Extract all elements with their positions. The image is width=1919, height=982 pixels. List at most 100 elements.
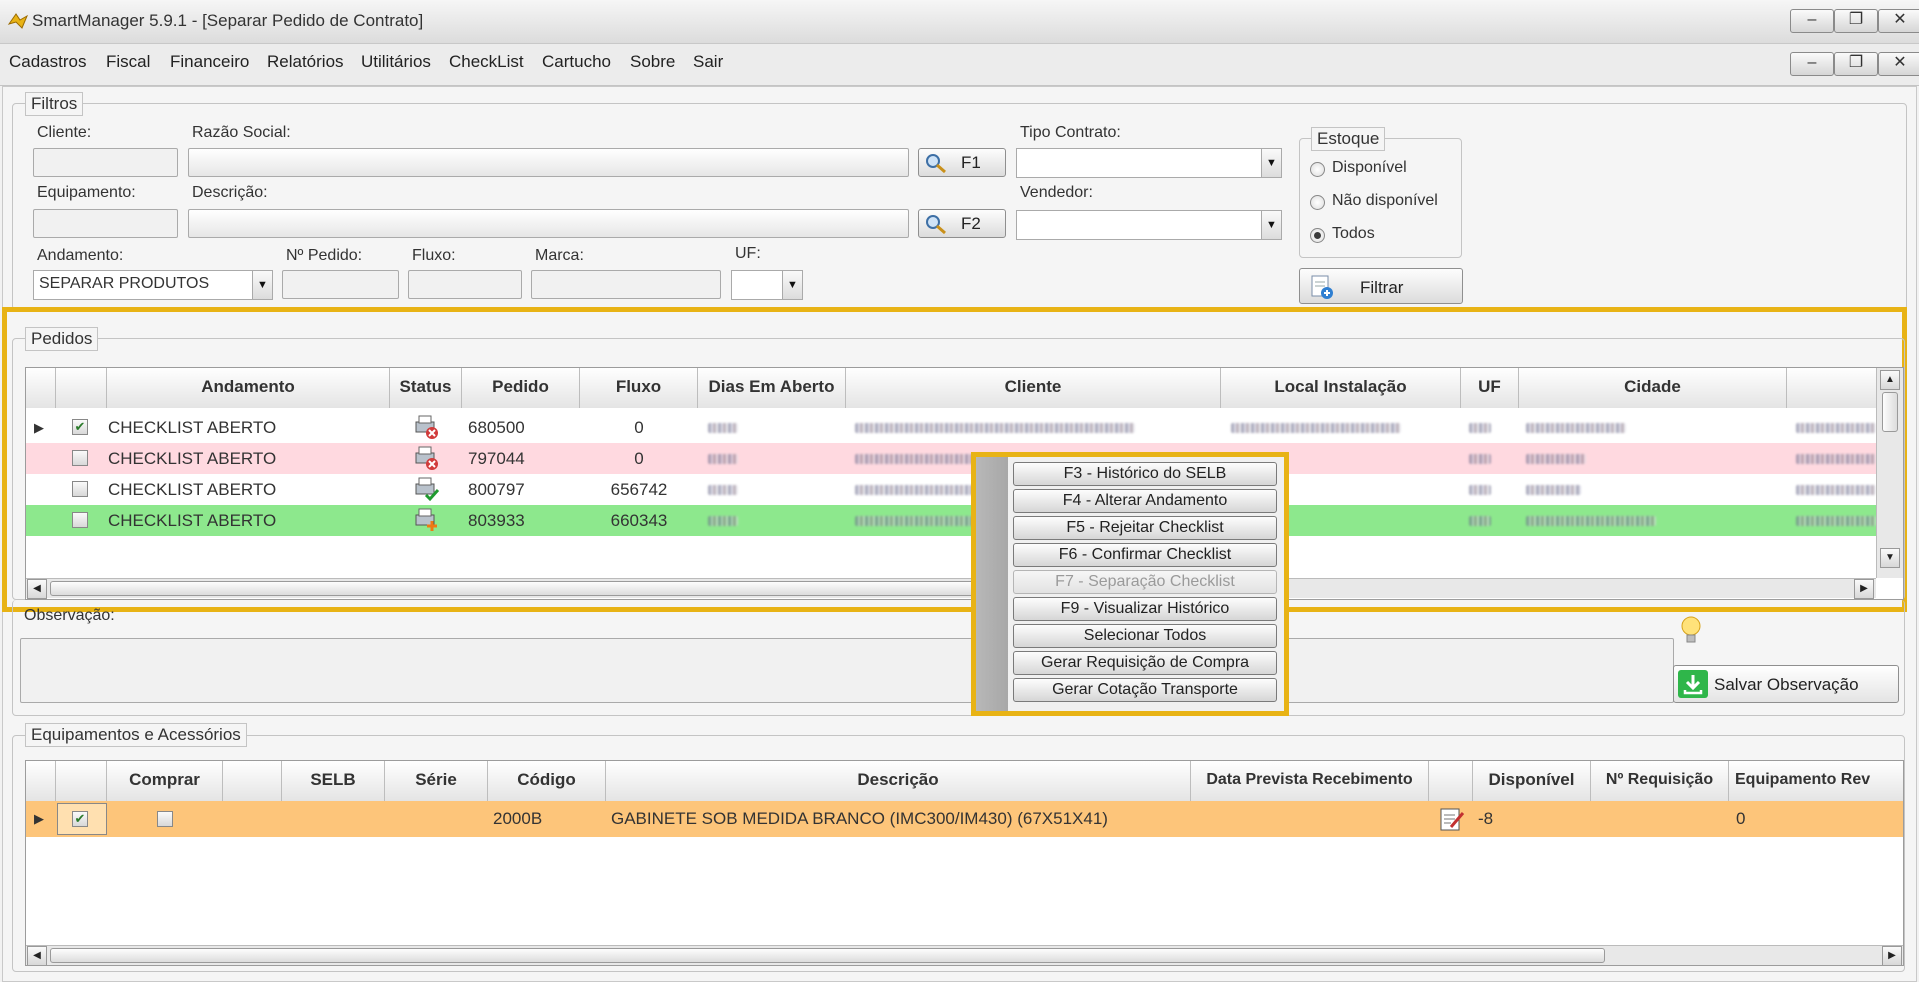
menu-relatorios[interactable]: Relatórios: [267, 52, 344, 72]
col-selb[interactable]: SELB: [282, 761, 385, 801]
col-data-prevista[interactable]: Data Prevista Recebimento: [1191, 761, 1429, 801]
redacted-dias: [708, 454, 738, 464]
menu-gerar-cotacao-transporte[interactable]: Gerar Cotação Transporte: [1013, 678, 1277, 702]
window-minimize-button[interactable]: –: [1790, 9, 1834, 33]
scroll-up-arrow-icon[interactable]: ▲: [1880, 370, 1900, 390]
scroll-down-arrow-icon[interactable]: ▼: [1880, 548, 1900, 568]
tipo-contrato-select[interactable]: ▼: [1016, 148, 1282, 178]
radio-disponivel[interactable]: [1310, 162, 1325, 177]
menu-gerar-requisicao-compra[interactable]: Gerar Requisição de Compra: [1013, 651, 1277, 675]
row-select-checkbox[interactable]: [72, 512, 88, 528]
radio-nao-disponivel[interactable]: [1310, 195, 1325, 210]
child-minimize-button[interactable]: –: [1790, 52, 1834, 76]
lightbulb-icon[interactable]: [1680, 614, 1702, 648]
menu-utilitarios[interactable]: Utilitários: [361, 52, 431, 72]
andamento-cell: CHECKLIST ABERTO: [108, 511, 277, 530]
razao-social-input[interactable]: [188, 148, 909, 177]
fluxo-input[interactable]: [408, 270, 522, 299]
table-row[interactable]: CHECKLIST ABERTO 800797 656742: [26, 474, 1903, 505]
table-row[interactable]: CHECKLIST ABERTO 803933 660343: [26, 505, 1903, 536]
f1-search-button[interactable]: F1: [918, 148, 1006, 177]
pedidos-horizontal-scrollbar[interactable]: ◀ ▶: [26, 578, 1876, 599]
disponivel-cell: -8: [1478, 809, 1494, 828]
menu-selecionar-todos[interactable]: Selecionar Todos: [1013, 624, 1277, 648]
scroll-right-arrow-icon[interactable]: ▶: [1854, 579, 1874, 599]
child-close-button[interactable]: ✕: [1878, 52, 1919, 76]
printer-error-icon: [411, 412, 443, 443]
col-equipamento-rev[interactable]: Equipamento Rev: [1729, 761, 1903, 801]
filtrar-button[interactable]: Filtrar: [1299, 268, 1463, 304]
menu-cadastros[interactable]: Cadastros: [9, 52, 86, 72]
menu-cartucho[interactable]: Cartucho: [542, 52, 611, 72]
redacted-local: [1231, 423, 1401, 433]
observacao-textarea[interactable]: [20, 638, 1674, 703]
table-row[interactable]: CHECKLIST ABERTO 797044 0: [26, 443, 1903, 474]
menu-f7-separacao-checklist[interactable]: F7 - Separação Checklist: [1013, 570, 1277, 594]
redacted-extra: [1796, 423, 1876, 433]
andamento-select[interactable]: SEPARAR PRODUTOS ▼: [33, 270, 273, 300]
col-comprar[interactable]: Comprar: [107, 761, 223, 801]
col-local-instalacao[interactable]: Local Instalação: [1221, 368, 1461, 408]
edit-note-icon[interactable]: [1438, 805, 1466, 833]
pedidos-vertical-scrollbar[interactable]: ▲ ▼: [1876, 368, 1903, 578]
col-blank[interactable]: [223, 761, 282, 801]
col-cidade[interactable]: Cidade: [1519, 368, 1787, 408]
equipamentos-horizontal-scrollbar[interactable]: ◀ ▶: [26, 945, 1903, 965]
row-select-checkbox[interactable]: [72, 450, 88, 466]
row-indicator-header: [26, 368, 56, 408]
col-descricao[interactable]: Descrição: [606, 761, 1191, 801]
scroll-left-arrow-icon[interactable]: ◀: [27, 946, 47, 965]
col-uf[interactable]: UF: [1461, 368, 1519, 408]
col-requisicao[interactable]: Nº Requisição: [1591, 761, 1729, 801]
scroll-right-arrow-icon[interactable]: ▶: [1882, 946, 1902, 965]
equipamento-input[interactable]: [33, 209, 178, 238]
marca-input[interactable]: [531, 270, 721, 299]
scroll-left-arrow-icon[interactable]: ◀: [27, 579, 47, 599]
pedido-input[interactable]: [282, 270, 399, 299]
horizontal-scroll-thumb[interactable]: [50, 948, 1605, 963]
menu-checklist[interactable]: CheckList: [449, 52, 524, 72]
col-fluxo[interactable]: Fluxo: [580, 368, 698, 408]
col-andamento[interactable]: Andamento: [107, 368, 390, 408]
cliente-input[interactable]: [33, 148, 178, 177]
window-close-button[interactable]: ✕: [1878, 9, 1919, 33]
radio-todos[interactable]: [1310, 228, 1325, 243]
col-dias-em-aberto[interactable]: Dias Em Aberto: [698, 368, 846, 408]
menu-f4-alterar-andamento[interactable]: F4 - Alterar Andamento: [1013, 489, 1277, 513]
col-cliente[interactable]: Cliente: [846, 368, 1221, 408]
row-select-checkbox[interactable]: [72, 481, 88, 497]
redacted-extra: [1796, 485, 1876, 495]
window-maximize-button[interactable]: ❐: [1834, 9, 1878, 33]
redacted-dias: [708, 423, 738, 433]
descricao-input[interactable]: [188, 209, 909, 238]
vendedor-select[interactable]: ▼: [1016, 210, 1282, 240]
horizontal-scroll-thumb[interactable]: [50, 581, 1010, 596]
row-indicator-header: [26, 761, 56, 801]
menu-f9-visualizar-historico[interactable]: F9 - Visualizar Histórico: [1013, 597, 1277, 621]
col-disponivel[interactable]: Disponível: [1473, 761, 1591, 801]
row-select-checkbox[interactable]: ✔: [72, 811, 88, 827]
row-select-checkbox[interactable]: ✔: [72, 419, 88, 435]
col-codigo[interactable]: Código: [488, 761, 606, 801]
menu-sair[interactable]: Sair: [693, 52, 723, 72]
col-serie[interactable]: Série: [385, 761, 488, 801]
menu-f5-rejeitar-checklist[interactable]: F5 - Rejeitar Checklist: [1013, 516, 1277, 540]
menu-financeiro[interactable]: Financeiro: [170, 52, 249, 72]
table-row[interactable]: ▶ ✔ CHECKLIST ABERTO 680500 0: [26, 412, 1903, 443]
menu-f6-confirmar-checklist[interactable]: F6 - Confirmar Checklist: [1013, 543, 1277, 567]
uf-select[interactable]: ▼: [731, 270, 803, 300]
fluxo-cell: 0: [634, 449, 644, 468]
table-row[interactable]: ▶ ✔ 2000B GABINETE SOB MEDIDA BRANCO (IM…: [26, 801, 1903, 837]
comprar-checkbox[interactable]: [157, 811, 173, 827]
menu-f3-historico-selb[interactable]: F3 - Histórico do SELB: [1013, 462, 1277, 486]
menu-fiscal[interactable]: Fiscal: [106, 52, 150, 72]
col-status[interactable]: Status: [390, 368, 462, 408]
child-maximize-button[interactable]: ❐: [1834, 52, 1878, 76]
col-edit[interactable]: [1429, 761, 1473, 801]
vertical-scroll-thumb[interactable]: [1882, 392, 1898, 432]
salvar-observacao-button[interactable]: Salvar Observação: [1673, 665, 1899, 703]
razao-social-label: Razão Social:: [192, 124, 291, 141]
menu-sobre[interactable]: Sobre: [630, 52, 675, 72]
f2-search-button[interactable]: F2: [918, 209, 1006, 238]
col-pedido[interactable]: Pedido: [462, 368, 580, 408]
